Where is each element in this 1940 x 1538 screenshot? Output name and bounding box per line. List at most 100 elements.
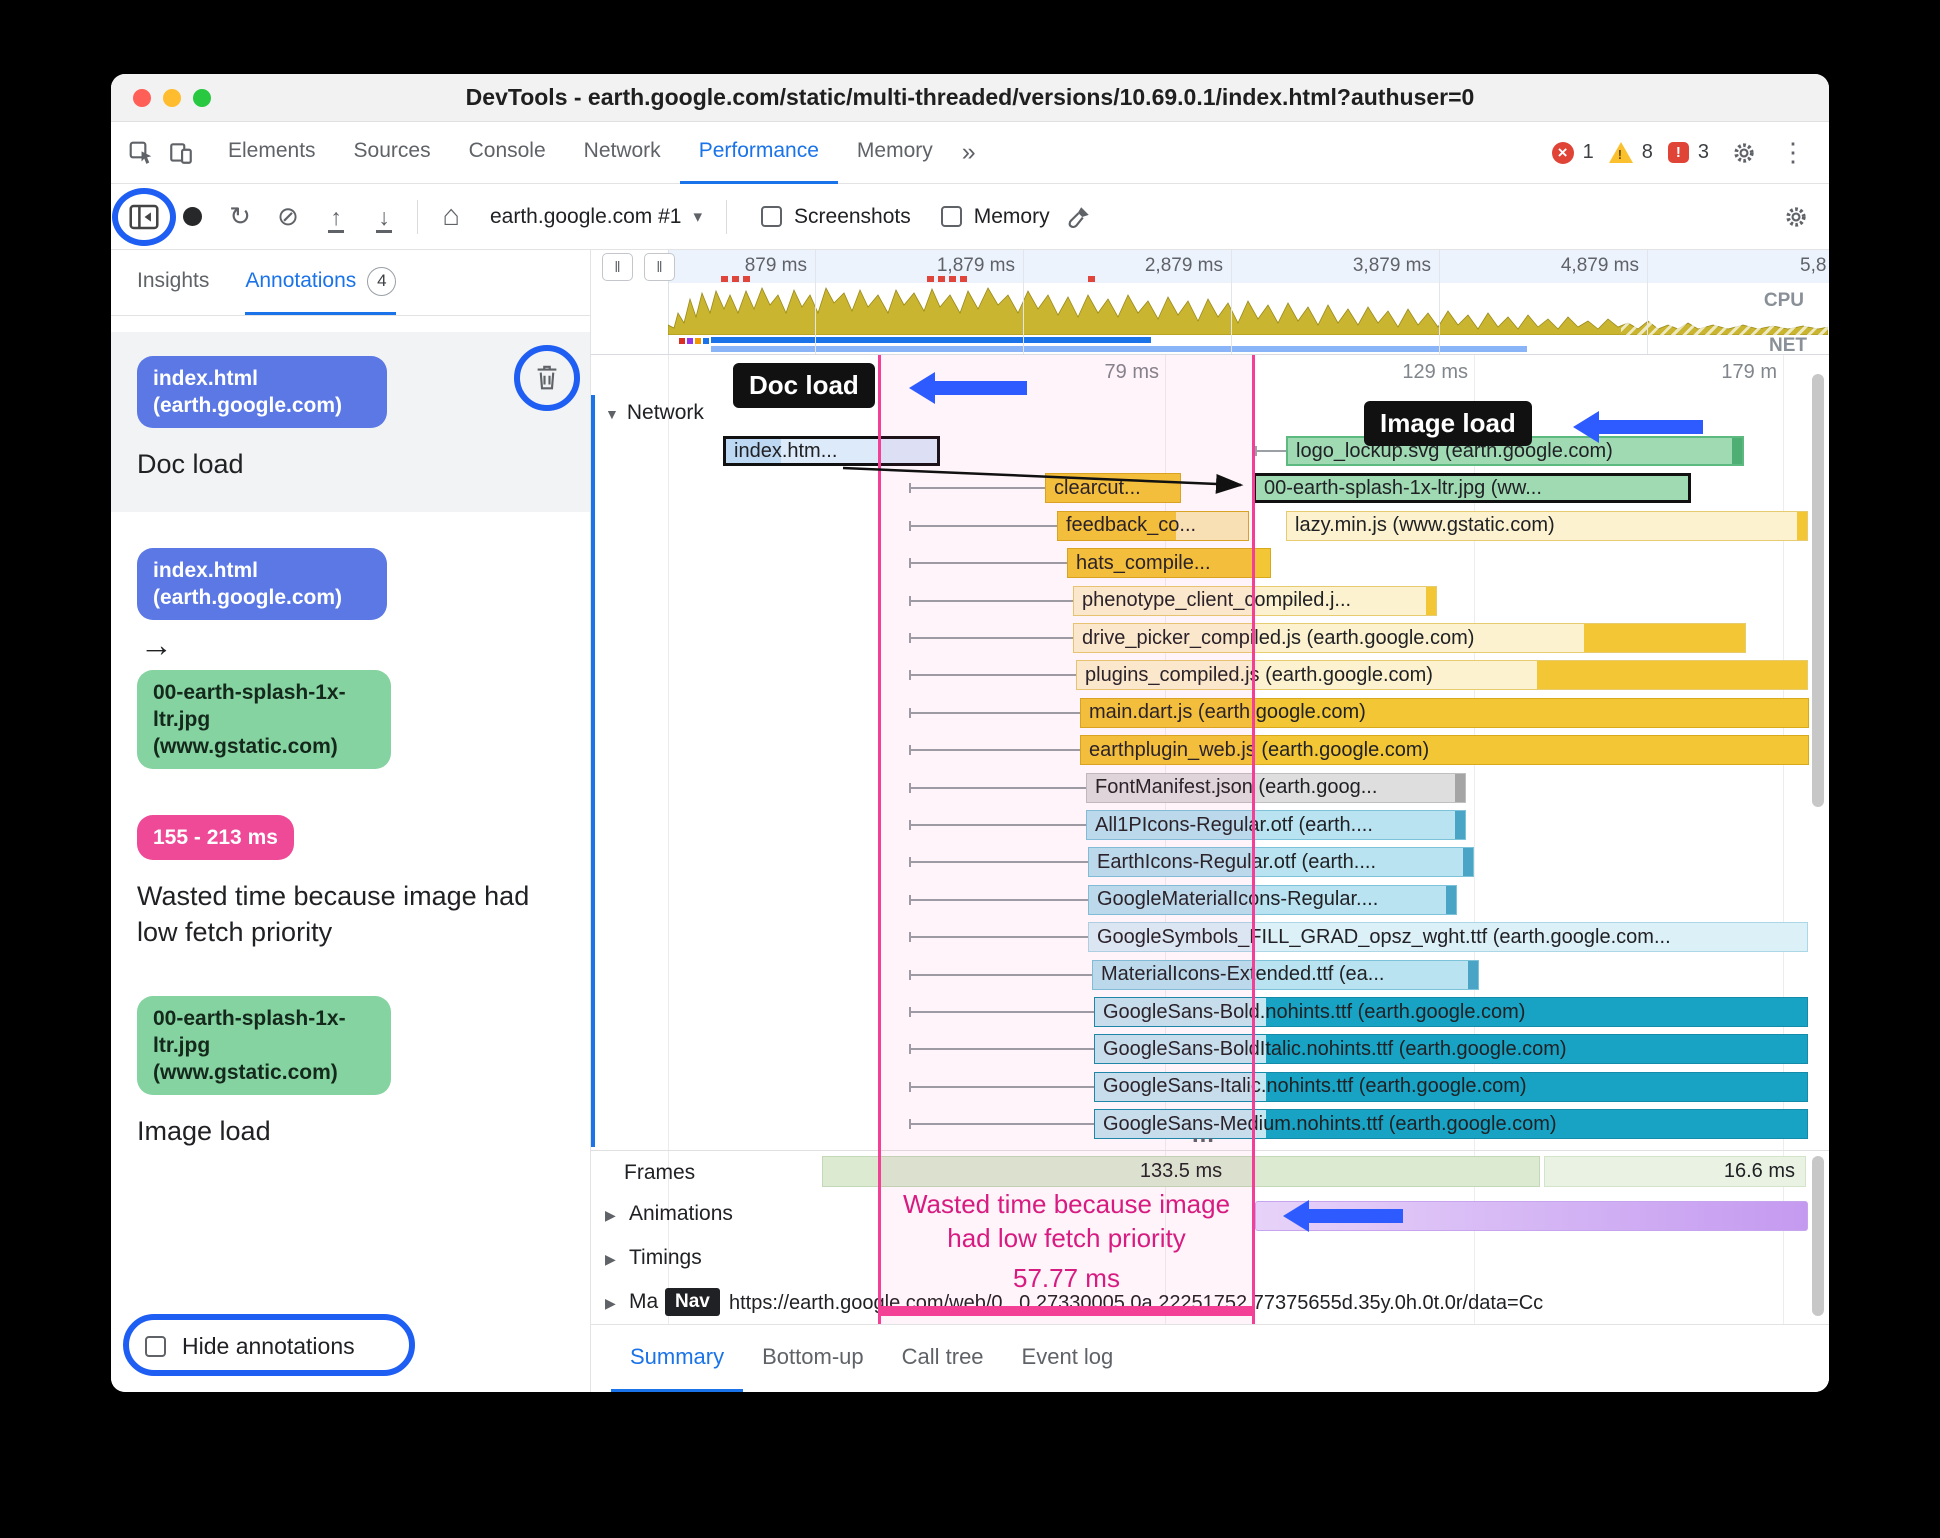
issues-icon[interactable]: ! xyxy=(1667,142,1689,163)
doc-load-annotation-label[interactable]: Doc load xyxy=(733,363,875,408)
annotation-chip[interactable]: index.html (earth.google.com) xyxy=(137,548,387,620)
download-profile-button[interactable]: ↓ xyxy=(365,198,403,236)
frame-bar[interactable]: 133.5 ms xyxy=(822,1156,1540,1187)
annotation-chip[interactable]: 00-earth-splash-1x-ltr.jpg (www.gstatic.… xyxy=(137,996,391,1095)
network-request-bar[interactable]: MaterialIcons-Extended.ttf (ea... xyxy=(1092,959,1479,990)
annotation-chip[interactable]: 155 - 213 ms xyxy=(137,815,294,860)
delete-annotation-button[interactable] xyxy=(514,345,580,411)
collapse-icon[interactable]: ▶ xyxy=(605,1251,616,1268)
tab-insights[interactable]: Insights xyxy=(137,250,209,315)
collapse-icon[interactable]: ▶ xyxy=(605,1207,616,1224)
main-track-label[interactable]: Ma xyxy=(629,1290,658,1314)
network-request-bar[interactable]: All1PIcons-Regular.otf (earth.... xyxy=(1086,810,1466,840)
more-tabs-icon[interactable]: » xyxy=(952,138,986,167)
tab-sources[interactable]: Sources xyxy=(335,122,450,184)
network-request-bar[interactable]: earthplugin_web.js (earth.google.com) xyxy=(1080,735,1809,766)
hide-annotations-checkbox[interactable] xyxy=(145,1335,166,1357)
overview[interactable]: ‖ ‖ CPU NET 879 ms 1,879 ms 2,879 ms 3,879 … xyxy=(591,250,1829,355)
collect-garbage-button[interactable] xyxy=(1060,198,1098,236)
network-request-bar[interactable]: phenotype_client_compiled.j... xyxy=(1073,585,1437,616)
request-label: GoogleSans-BoldItalic.nohints.ttf (earth… xyxy=(1103,1037,1567,1060)
overview-gridline xyxy=(1231,250,1232,354)
red-activity-mark xyxy=(721,276,728,282)
tab-annotations[interactable]: Annotations 4 xyxy=(245,250,397,315)
lane-overflow-ellipsis[interactable]: … xyxy=(1191,1121,1218,1149)
vertical-scrollbar[interactable] xyxy=(1812,374,1824,807)
minimize-window-button[interactable] xyxy=(163,89,181,107)
request-label: GoogleMaterialIcons-Regular.... xyxy=(1097,888,1379,911)
pause-icon[interactable]: ‖ xyxy=(644,253,675,281)
error-icon[interactable]: × xyxy=(1551,141,1574,164)
red-activity-mark xyxy=(949,276,956,282)
reload-and-record-button[interactable]: ↻ xyxy=(221,198,259,236)
network-request-bar[interactable]: main.dart.js (earth.google.com) xyxy=(1080,697,1809,728)
clear-recording-button[interactable]: ⊘ xyxy=(269,198,307,236)
annotation-entry[interactable]: index.html (earth.google.com) → 00-earth-s… xyxy=(111,548,590,769)
network-request-bar[interactable]: hats_compile... xyxy=(1067,548,1271,579)
memory-checkbox[interactable] xyxy=(940,206,962,227)
tab-elements[interactable]: Elements xyxy=(209,122,335,184)
target-select[interactable]: earth.google.com #1 ▾ xyxy=(490,205,702,229)
network-request-bar[interactable]: index.htm... xyxy=(723,436,940,466)
bottom-tab-call-tree[interactable]: Call tree xyxy=(883,1325,1003,1392)
network-request-bar[interactable]: GoogleSans-Italic.nohints.ttf (earth.goo… xyxy=(1094,1071,1808,1102)
zoom-window-button[interactable] xyxy=(193,89,211,107)
network-track-header[interactable]: ▼ Network xyxy=(605,401,704,425)
tab-memory[interactable]: Memory xyxy=(838,122,952,184)
network-request-bar[interactable]: GoogleSans-Bold.nohints.ttf (earth.googl… xyxy=(1094,997,1808,1027)
request-whisker xyxy=(909,670,1076,681)
tab-performance[interactable]: Performance xyxy=(679,122,838,184)
inspect-element-icon[interactable] xyxy=(121,133,161,173)
home-button[interactable]: ⌂ xyxy=(432,198,470,236)
pause-icon[interactable]: ‖ xyxy=(602,253,633,281)
annotation-entry[interactable]: 00-earth-splash-1x-ltr.jpg (www.gstatic.… xyxy=(111,996,590,1149)
performance-settings-gear-icon[interactable] xyxy=(1777,198,1815,236)
bottom-tab-event-log[interactable]: Event log xyxy=(1003,1325,1133,1392)
bottom-tab-bottom-up[interactable]: Bottom-up xyxy=(743,1325,883,1392)
device-toolbar-icon[interactable] xyxy=(161,133,201,173)
network-request-bar[interactable]: FontManifest.json (earth.goog... xyxy=(1086,772,1466,803)
request-whisker xyxy=(909,782,1086,793)
network-request-bar[interactable]: 00-earth-splash-1x-ltr.jpg (ww... xyxy=(1253,473,1691,504)
settings-gear-icon[interactable] xyxy=(1724,133,1764,173)
annotation-chip[interactable]: index.html (earth.google.com) xyxy=(137,356,387,428)
image-load-annotation-label[interactable]: Image load xyxy=(1364,401,1532,446)
annotation-entry[interactable]: 155 - 213 ms Wasted time because image ha… xyxy=(111,815,590,950)
network-request-bar[interactable]: GoogleSans-BoldItalic.nohints.ttf (earth… xyxy=(1094,1034,1808,1065)
network-request-bar[interactable]: plugins_compiled.js (earth.google.com) xyxy=(1076,660,1808,691)
network-request-bar[interactable]: feedback_co... xyxy=(1057,510,1249,541)
warning-icon[interactable]: ! xyxy=(1608,142,1633,163)
screenshots-checkbox[interactable] xyxy=(761,206,783,227)
request-label: main.dart.js (earth.google.com) xyxy=(1089,701,1366,724)
request-label: drive_picker_compiled.js (earth.google.c… xyxy=(1082,626,1475,649)
network-request-bar[interactable]: lazy.min.js (www.gstatic.com) xyxy=(1286,510,1808,541)
tab-network[interactable]: Network xyxy=(565,122,680,184)
close-window-button[interactable] xyxy=(133,89,151,107)
frames-track-label[interactable]: Frames xyxy=(624,1161,695,1185)
sidebar-tab-strip: Insights Annotations 4 xyxy=(111,250,590,316)
toggle-sidebar-button[interactable] xyxy=(125,198,163,236)
timings-track-label[interactable]: Timings xyxy=(629,1246,702,1270)
network-request-bar[interactable]: GoogleMaterialIcons-Regular.... xyxy=(1088,884,1457,915)
upload-profile-button[interactable]: ↑ xyxy=(317,198,355,236)
annotation-chip[interactable]: 00-earth-splash-1x-ltr.jpg (www.gstatic.… xyxy=(137,670,391,769)
animation-bar[interactable] xyxy=(1255,1201,1808,1231)
bottom-tab-summary[interactable]: Summary xyxy=(611,1325,744,1392)
annotation-entry-row: index.html (earth.google.com) xyxy=(137,345,580,428)
red-activity-mark xyxy=(960,276,967,282)
network-request-bar[interactable]: GoogleSymbols_FILL_GRAD_opsz_wght.ttf (e… xyxy=(1088,922,1808,953)
tracks[interactable]: ▼ Network index.htm... logo_lockup.svg (ea… xyxy=(591,355,1829,1324)
network-request-bar[interactable]: clearcut... xyxy=(1045,473,1181,504)
tab-console[interactable]: Console xyxy=(450,122,565,184)
vertical-scrollbar[interactable] xyxy=(1812,1156,1824,1316)
network-request-bar[interactable]: EarthIcons-Regular.otf (earth.... xyxy=(1088,847,1474,878)
frame-bar[interactable]: 16.6 ms xyxy=(1544,1156,1806,1187)
trash-icon xyxy=(537,365,557,390)
annotation-entry[interactable]: index.html (earth.google.com) Doc load xyxy=(111,332,590,512)
animations-track-label[interactable]: Animations xyxy=(629,1202,733,1226)
collapse-icon[interactable]: ▶ xyxy=(605,1295,616,1312)
annotations-sidebar: Insights Annotations 4 index.html (earth… xyxy=(111,250,591,1392)
record-button[interactable] xyxy=(173,198,211,236)
more-options-icon[interactable]: ⋮ xyxy=(1773,133,1813,173)
network-request-bar[interactable]: drive_picker_compiled.js (earth.google.c… xyxy=(1073,623,1746,653)
